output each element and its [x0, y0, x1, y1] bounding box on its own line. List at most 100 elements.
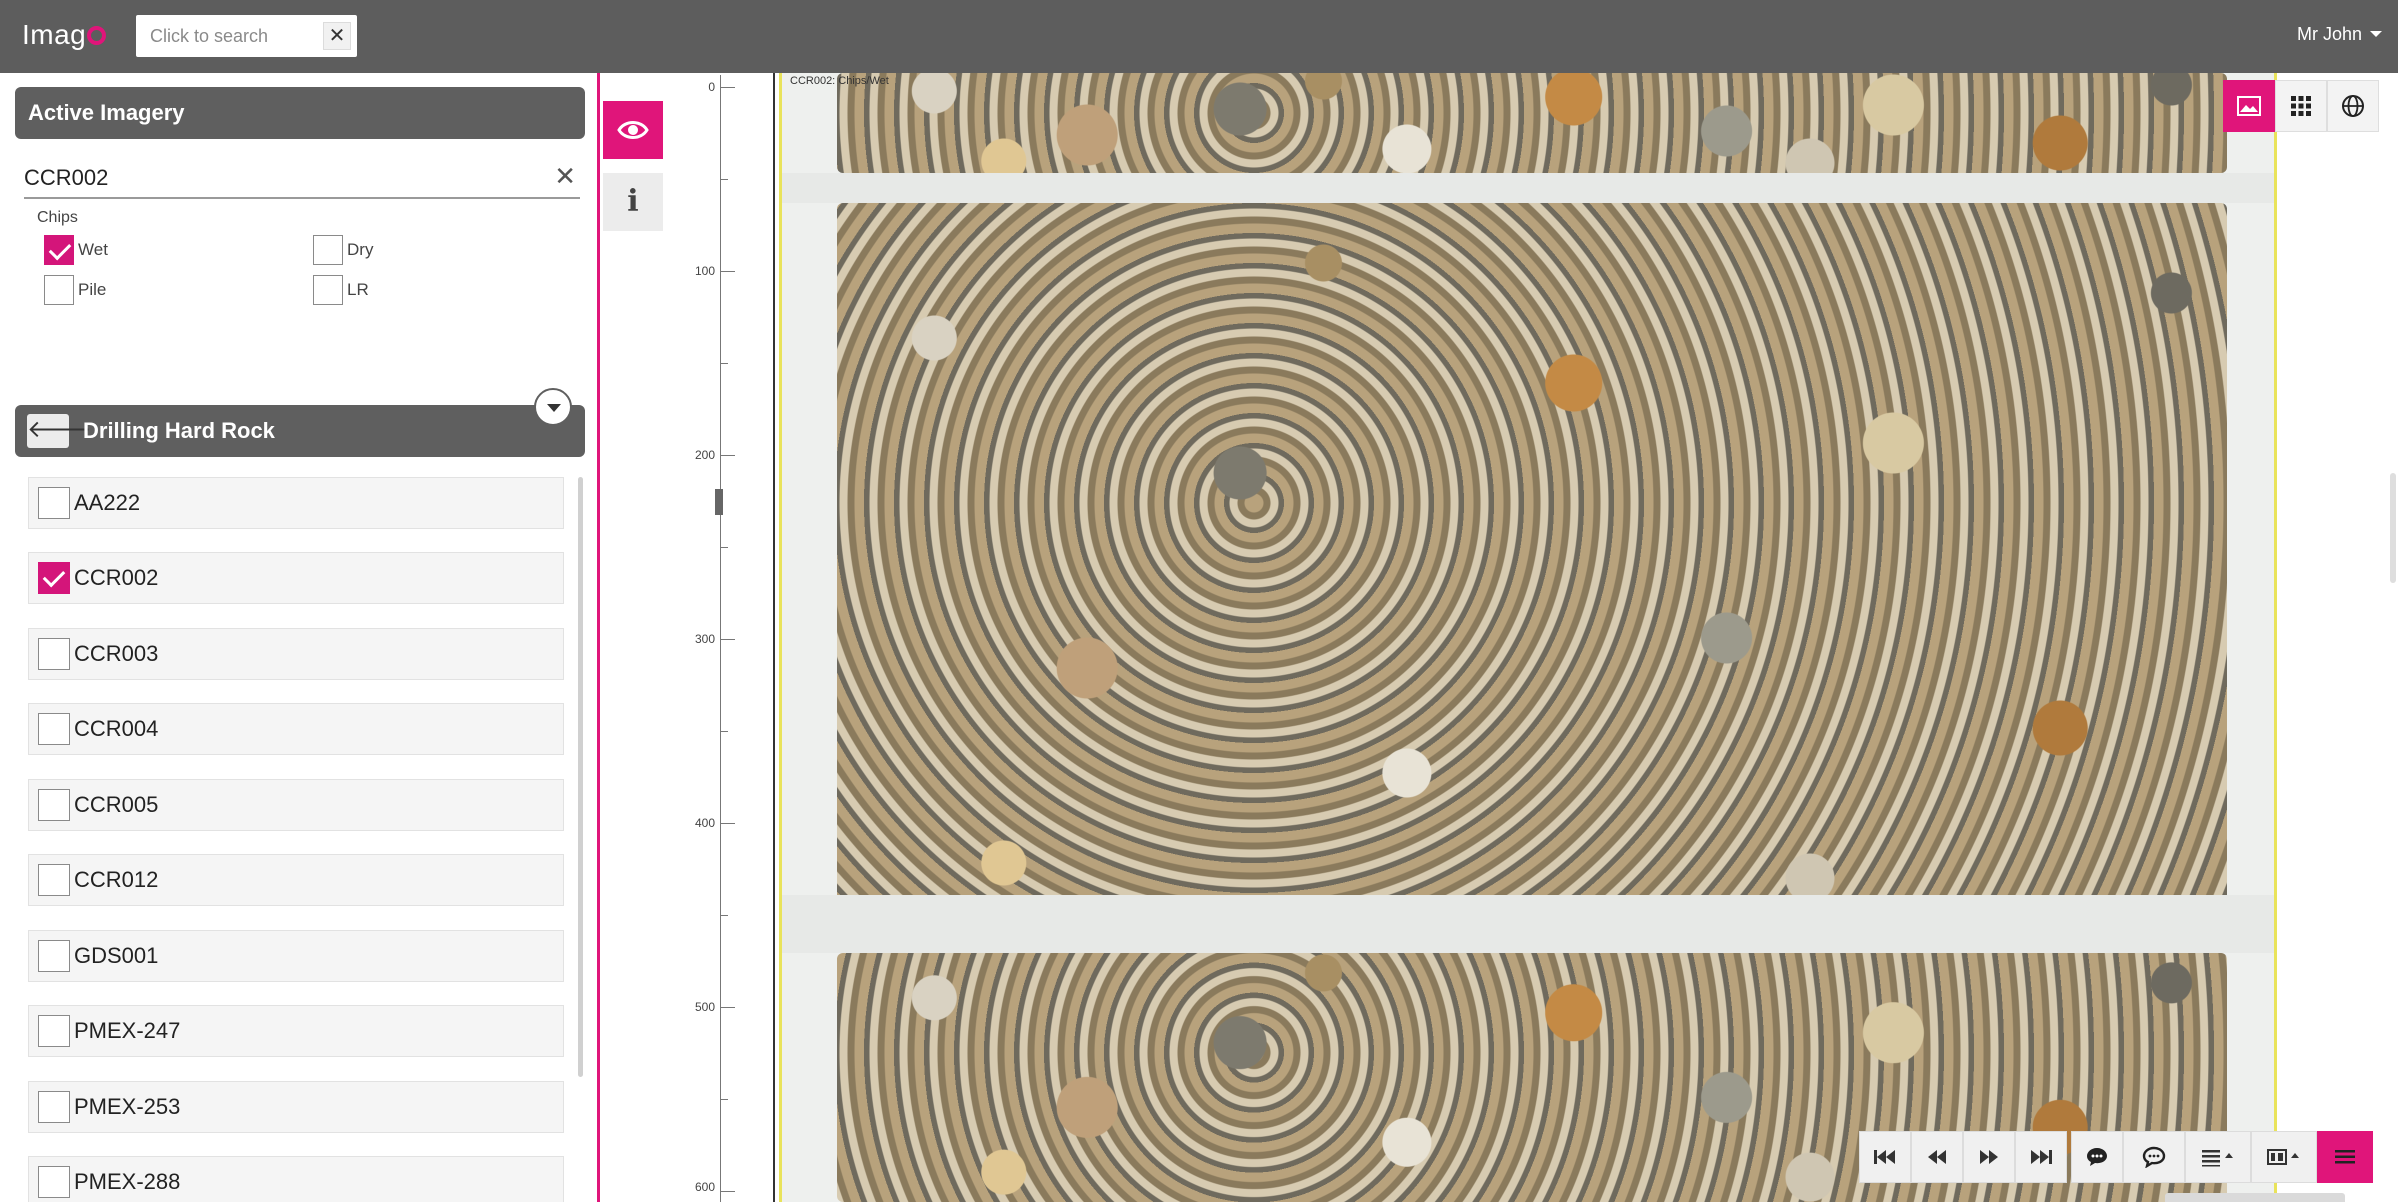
- user-menu[interactable]: Mr John: [2297, 24, 2382, 45]
- list-item-checkbox[interactable]: [38, 940, 70, 972]
- list-item-ccr012[interactable]: CCR012: [28, 854, 564, 906]
- ruler-position-marker[interactable]: [715, 489, 723, 515]
- tray-divider: [782, 173, 2274, 203]
- depth-ruler: 0 100 200 300 400 500 600: [663, 73, 773, 1202]
- list-item-checkbox[interactable]: [38, 864, 70, 896]
- list-item-checkbox[interactable]: [38, 789, 70, 821]
- list-item-checkbox[interactable]: [38, 1091, 70, 1123]
- wet-label: Wet: [78, 240, 108, 259]
- search-input[interactable]: [136, 15, 316, 57]
- tab-imagery[interactable]: [603, 101, 663, 159]
- next-icon: [1980, 1150, 1998, 1164]
- list-item-pmex-247[interactable]: PMEX-247: [28, 1005, 564, 1057]
- playback-toolbar: [1859, 1131, 2373, 1183]
- globe-view-button[interactable]: [2327, 80, 2379, 132]
- previous-icon: [1928, 1150, 1946, 1164]
- comment-icon: [2087, 1148, 2107, 1166]
- list-item-label: PMEX-253: [74, 1094, 181, 1119]
- list-item-gds001[interactable]: GDS001: [28, 930, 564, 982]
- ruler-label: 0: [708, 80, 715, 94]
- ruler-minor-tick: [721, 915, 728, 916]
- menu-button[interactable]: [2317, 1131, 2373, 1183]
- list-item-ccr005[interactable]: CCR005: [28, 779, 564, 831]
- hole-clear-button[interactable]: ✕: [554, 161, 576, 192]
- list-item-pmex-253[interactable]: PMEX-253: [28, 1081, 564, 1133]
- list-item-label: PMEX-288: [74, 1169, 181, 1194]
- wet-checkbox[interactable]: [44, 235, 74, 265]
- view-toolbar: [2223, 80, 2379, 132]
- list-item-pmex-288[interactable]: PMEX-288: [28, 1156, 564, 1202]
- rock-chips-row: [837, 73, 2227, 173]
- app-logo[interactable]: Imag: [22, 19, 107, 51]
- list-item-checkbox[interactable]: [38, 1166, 70, 1198]
- ruler-label: 200: [694, 448, 715, 462]
- list-item-label: CCR004: [74, 716, 159, 741]
- list-item-checkbox[interactable]: [38, 1015, 70, 1047]
- ruler-minor-tick: [721, 363, 728, 364]
- search-clear-button[interactable]: ✕: [323, 22, 351, 50]
- image-viewer[interactable]: CCR002: Chips/Wet: [773, 73, 2398, 1202]
- chips-label: Chips: [37, 209, 78, 226]
- list-item-ccr002[interactable]: CCR002: [28, 552, 564, 604]
- list-item-label: CCR012: [74, 867, 159, 892]
- logo-text: Imag: [22, 19, 87, 50]
- film-menu-button[interactable]: [2251, 1131, 2317, 1183]
- ruler-tick: [721, 1191, 735, 1192]
- lr-checkbox[interactable]: [313, 275, 343, 305]
- ruler-tick: [721, 455, 735, 456]
- rock-chips-row: [837, 203, 2227, 953]
- logo-o-icon: [87, 26, 107, 45]
- option-wet[interactable]: Wet: [44, 235, 108, 265]
- arrow-left-icon: 🡐: [27, 416, 92, 443]
- comments-button[interactable]: [2123, 1131, 2185, 1183]
- list-item-aa222[interactable]: AA222: [28, 477, 564, 529]
- collapse-toggle-button[interactable]: [534, 388, 572, 426]
- vertical-scrollbar[interactable]: [2390, 473, 2396, 583]
- option-lr[interactable]: LR: [313, 275, 369, 305]
- hole-field[interactable]: CCR002 ✕: [24, 161, 580, 199]
- list-scrollbar[interactable]: [578, 477, 583, 1077]
- user-name: Mr John: [2296, 24, 2362, 44]
- eye-icon: [617, 121, 649, 139]
- grid-view-button[interactable]: [2275, 80, 2327, 132]
- option-pile[interactable]: Pile: [44, 275, 106, 305]
- top-bar: Imag ✕ Mr John: [0, 0, 2398, 73]
- info-icon: i: [627, 184, 639, 219]
- list-item-ccr004[interactable]: CCR004: [28, 703, 564, 755]
- back-button[interactable]: 🡐: [27, 414, 91, 448]
- dry-label: Dry: [347, 240, 374, 259]
- list-menu-button[interactable]: [2185, 1131, 2251, 1183]
- last-button[interactable]: [2015, 1131, 2067, 1183]
- list-item-checkbox[interactable]: [38, 638, 70, 670]
- active-imagery-header: Active Imagery: [15, 87, 585, 139]
- first-button[interactable]: [1859, 1131, 1911, 1183]
- ruler-label: 500: [694, 1000, 715, 1014]
- list-item-checkbox[interactable]: [38, 713, 70, 745]
- tab-info[interactable]: i: [603, 173, 663, 231]
- ruler-minor-tick: [721, 179, 728, 180]
- list-item-ccr003[interactable]: CCR003: [28, 628, 564, 680]
- next-button[interactable]: [1963, 1131, 2015, 1183]
- pile-checkbox[interactable]: [44, 275, 74, 305]
- dry-checkbox[interactable]: [313, 235, 343, 265]
- list-item-checkbox[interactable]: [38, 487, 70, 519]
- previous-button[interactable]: [1911, 1131, 1963, 1183]
- list-item-checkbox[interactable]: [38, 562, 70, 594]
- image-view-icon: [2237, 96, 2261, 116]
- pile-label: Pile: [78, 280, 107, 299]
- image-view-button[interactable]: [2223, 80, 2275, 132]
- globe-icon: [2342, 95, 2364, 117]
- option-dry[interactable]: Dry: [313, 235, 373, 265]
- list-item-label: CCR005: [74, 792, 159, 817]
- horizontal-scroll-handle[interactable]: [2165, 1193, 2345, 1202]
- ruler-label: 100: [694, 264, 715, 278]
- comments-icon: [2142, 1146, 2166, 1168]
- film-menu-icon: [2267, 1149, 2299, 1165]
- side-tabs: i: [603, 73, 663, 1202]
- grid-view-icon: [2291, 96, 2311, 116]
- comment-button[interactable]: [2071, 1131, 2123, 1183]
- ruler-tick: [721, 87, 735, 88]
- ruler-tick: [721, 639, 735, 640]
- core-tray-photo[interactable]: CCR002: Chips/Wet: [779, 73, 2277, 1202]
- list-item-label: CCR003: [74, 641, 159, 666]
